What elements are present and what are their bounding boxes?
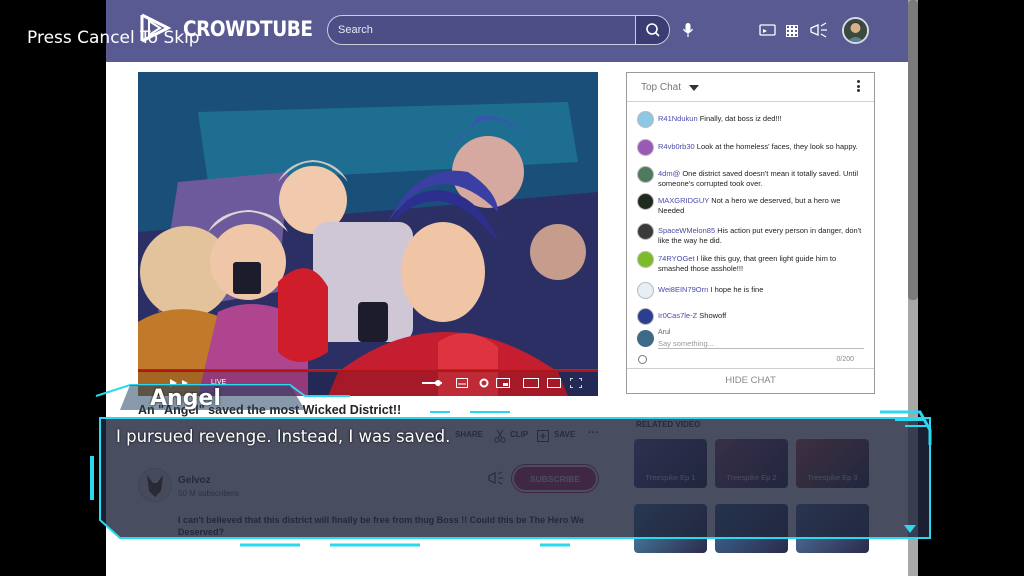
- chat-username[interactable]: 74RYOGet: [658, 254, 695, 263]
- emoji-icon[interactable]: [638, 355, 647, 364]
- megaphone-icon[interactable]: [808, 21, 830, 39]
- related-videos-heading: RELATED VIDEO: [636, 420, 701, 429]
- skip-hint: Press Cancel To Skip: [27, 28, 200, 48]
- apps-grid-icon[interactable]: [786, 25, 798, 37]
- video-player[interactable]: LIVE: [138, 72, 598, 396]
- avatar[interactable]: [637, 139, 654, 156]
- subscribe-button[interactable]: SUBSCRIBE: [512, 465, 598, 492]
- chat-message-text: 4dm@ One district saved doesn't mean it …: [658, 169, 868, 189]
- chat-input[interactable]: [658, 338, 864, 349]
- brand-name[interactable]: CROWDTUBE: [183, 17, 313, 41]
- chat-text: Finally, dat boss iz ded!!!: [699, 114, 782, 123]
- video-description: I can't believed that this district will…: [178, 515, 585, 537]
- chat-text: One district saved doesn't mean it total…: [658, 169, 858, 188]
- page-scrollbar[interactable]: [908, 0, 918, 576]
- settings-gear-icon[interactable]: [478, 377, 490, 389]
- more-actions-icon[interactable]: ···: [588, 427, 599, 439]
- avatar: [637, 330, 654, 347]
- avatar[interactable]: [637, 308, 654, 325]
- chevron-down-icon[interactable]: [689, 85, 699, 91]
- avatar[interactable]: [637, 166, 654, 183]
- search-icon: [646, 23, 660, 37]
- subtitles-icon[interactable]: [456, 378, 468, 388]
- volume-slider[interactable]: [422, 379, 444, 387]
- chat-username[interactable]: R4vb0rb30: [658, 142, 695, 151]
- related-video-thumbnail[interactable]: [634, 504, 707, 553]
- player-controls: LIVE: [138, 370, 598, 396]
- chat-message-text: SpaceWMelon85 His action put every perso…: [658, 226, 868, 246]
- save-playlist-icon[interactable]: [537, 430, 549, 442]
- chat-username[interactable]: Wei8EIN79Orn: [658, 285, 708, 294]
- chat-message-text: 74RYOGet I like this guy, that green lig…: [658, 254, 868, 274]
- live-chat-panel: Top Chat R41Ndukun Finally, dat boss iz …: [626, 72, 875, 394]
- live-badge: LIVE: [211, 379, 227, 386]
- chat-mode-label[interactable]: Top Chat: [641, 82, 681, 93]
- related-video-thumbnail[interactable]: [796, 504, 869, 553]
- related-video-thumbnail[interactable]: Treespike Ep 3: [796, 439, 869, 488]
- chat-text: Showoff: [699, 311, 727, 320]
- user-avatar-icon: [844, 19, 867, 42]
- chat-username[interactable]: 4dm@: [658, 169, 680, 178]
- cast-to-tv-icon[interactable]: [547, 378, 561, 388]
- avatar[interactable]: [637, 223, 654, 240]
- channel-name[interactable]: Gelvoz: [178, 475, 211, 486]
- related-video-thumbnail[interactable]: Treespike Ep 2: [715, 439, 788, 488]
- chat-message-text: Ir0Cas7le-Z Showoff: [658, 311, 868, 321]
- miniplayer-icon[interactable]: [496, 378, 510, 388]
- chat-message-text: MAXGRIDGUY Not a hero we deserved, but a…: [658, 196, 868, 216]
- video-frame-illustration: [138, 72, 598, 396]
- share-button[interactable]: SHARE: [455, 430, 483, 439]
- related-video-thumbnail[interactable]: [715, 504, 788, 553]
- play-icon[interactable]: [168, 378, 198, 388]
- avatar[interactable]: [637, 193, 654, 210]
- related-video-thumbnail[interactable]: Treespike Ep 1: [634, 439, 707, 488]
- fullscreen-icon[interactable]: [570, 378, 582, 388]
- search-input[interactable]: [328, 16, 636, 44]
- char-counter: 0/200: [836, 356, 854, 363]
- chat-header: Top Chat: [627, 73, 874, 102]
- scrollbar-thumb[interactable]: [908, 0, 918, 300]
- theater-mode-icon[interactable]: [523, 378, 539, 388]
- avatar[interactable]: [637, 251, 654, 268]
- video-title: An "Angel" saved the most Wicked Distric…: [138, 403, 402, 417]
- cast-icon[interactable]: [759, 24, 776, 38]
- more-options-icon[interactable]: [857, 80, 860, 92]
- reply-username: Arul: [658, 329, 671, 336]
- share-icon[interactable]: [428, 430, 442, 442]
- chat-reply-box: Arul: [637, 329, 865, 353]
- chat-username[interactable]: SpaceWMelon85: [658, 226, 715, 235]
- search-button[interactable]: [635, 16, 669, 44]
- related-video-title: Treespike Ep 1: [645, 473, 696, 482]
- chat-message-text: Wei8EIN79Orn I hope he is fine: [658, 285, 868, 295]
- chat-username[interactable]: R41Ndukun: [658, 114, 698, 123]
- related-video-title: Treespike Ep 2: [726, 473, 777, 482]
- chat-message-text: R41Ndukun Finally, dat boss iz ded!!!: [658, 114, 868, 124]
- channel-avatar[interactable]: [138, 468, 172, 502]
- notification-bell-icon[interactable]: [486, 470, 506, 486]
- chat-username[interactable]: Ir0Cas7le-Z: [658, 311, 697, 320]
- avatar[interactable]: [637, 111, 654, 128]
- hide-chat-button[interactable]: HIDE CHAT: [627, 368, 874, 393]
- subscriber-count: 50 M subscribers: [178, 489, 239, 498]
- chat-text: I hope he is fine: [710, 285, 764, 294]
- save-button[interactable]: SAVE: [554, 430, 575, 439]
- avatar[interactable]: [842, 17, 869, 44]
- game-screen: CROWDTUBE Search Press Cancel To Skip LI…: [0, 0, 1024, 576]
- fox-logo-icon: [147, 475, 163, 497]
- clip-button[interactable]: CLIP: [510, 430, 528, 439]
- scissors-icon[interactable]: [494, 429, 506, 443]
- microphone-icon[interactable]: [682, 22, 694, 38]
- related-video-title: Treespike Ep 3: [807, 473, 858, 482]
- chat-text: Look at the homeless' faces, they look s…: [696, 142, 858, 151]
- chat-username[interactable]: MAXGRIDGUY: [658, 196, 709, 205]
- avatar[interactable]: [637, 282, 654, 299]
- search-bar[interactable]: [327, 15, 670, 45]
- chat-message-text: R4vb0rb30 Look at the homeless' faces, t…: [658, 142, 868, 152]
